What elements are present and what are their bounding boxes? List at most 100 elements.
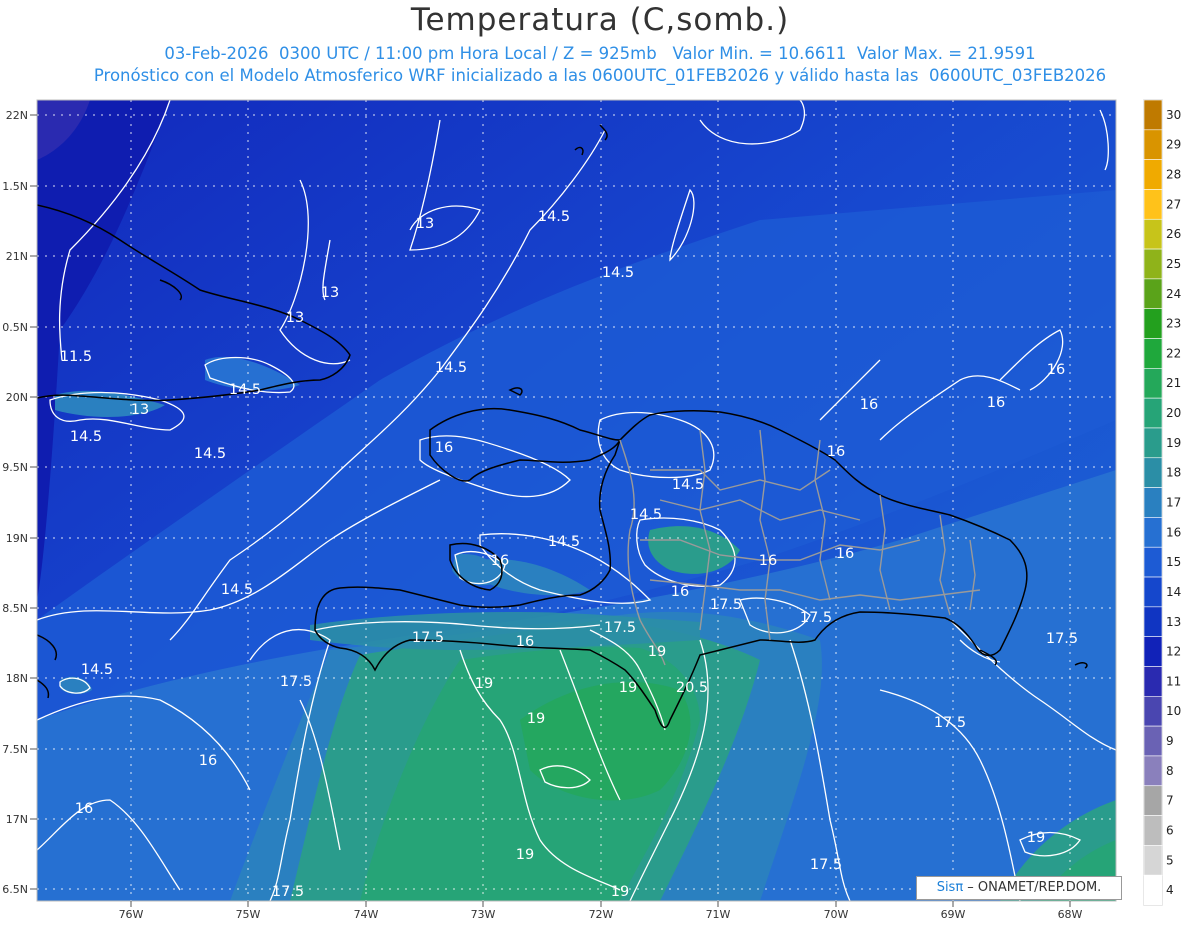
contour-label: 16 (516, 634, 534, 650)
contour-label: 16 (987, 395, 1005, 411)
colorbar-label: 14 (1166, 585, 1181, 599)
contour-label: 17.5 (280, 674, 312, 690)
colorbar-label: 9 (1166, 734, 1174, 748)
colorbar-swatch (1143, 218, 1163, 250)
lon-label: 72W (589, 908, 614, 921)
credit-badge: Sisπ – ONAMET/REP.DOM. (916, 876, 1122, 900)
contour-label: 14.5 (548, 534, 580, 550)
brand-org: – ONAMET/REP.DOM. (963, 880, 1102, 895)
lon-label: 70W (824, 908, 849, 921)
colorbar-swatch (1143, 874, 1163, 906)
colorbar-swatches (1143, 99, 1163, 906)
colorbar-label: 7 (1166, 794, 1174, 808)
contour-label: 16 (491, 553, 509, 569)
colorbar-label: 19 (1166, 436, 1181, 450)
contour-label: 19 (611, 884, 629, 900)
colorbar-swatch (1143, 576, 1163, 608)
colorbar-swatch (1143, 725, 1163, 757)
lat-label: 19N (6, 532, 28, 545)
colorbar-label: 6 (1166, 823, 1174, 837)
contour-label: 14.5 (538, 209, 570, 225)
contour-label: 16 (435, 440, 453, 456)
contour-label: 13 (131, 402, 149, 418)
lat-label: 7.5N (2, 743, 28, 756)
lon-label: 76W (119, 908, 144, 921)
colorbar-label: 27 (1166, 197, 1181, 211)
contour-label: 17.5 (810, 857, 842, 873)
contour-label: 13 (416, 216, 434, 232)
colorbar-swatch (1143, 457, 1163, 488)
contour-label: 14.5 (435, 360, 467, 376)
contour-label: 17.5 (800, 610, 832, 626)
contour-label: 14.5 (602, 265, 634, 281)
lon-label: 73W (471, 908, 496, 921)
temperature-map: 22N 1.5N 21N 0.5N 20N 9.5N 19N 8.5N 18N … (2, 99, 1181, 921)
lon-label: 69W (941, 908, 966, 921)
colorbar-label: 5 (1166, 853, 1174, 867)
colorbar-swatch (1143, 308, 1163, 339)
colorbar-label: 12 (1166, 645, 1181, 659)
colorbar-labels: 30 29 28 27 26 25 24 23 22 21 20 19 18 17 16 15 14 13 12 11… (1166, 108, 1181, 897)
lon-label: 75W (236, 908, 261, 921)
colorbar-label: 29 (1166, 138, 1181, 152)
contour-label: 14.5 (81, 662, 113, 678)
contour-label: 14.5 (672, 477, 704, 493)
colorbar-swatch (1143, 368, 1163, 399)
colorbar-swatch (1143, 248, 1163, 280)
colorbar-swatch (1143, 815, 1163, 846)
colorbar-label: 26 (1166, 227, 1181, 241)
lat-label: 9.5N (2, 461, 28, 474)
colorbar-label: 18 (1166, 466, 1181, 480)
latitude-labels: 22N 1.5N 21N 0.5N 20N 9.5N 19N 8.5N 18N … (2, 109, 28, 896)
contour-label: 16 (836, 546, 854, 562)
lat-label: 0.5N (2, 321, 28, 334)
lat-label: 6.5N (2, 883, 28, 896)
colorbar-swatch (1143, 517, 1163, 548)
contour-label: 11.5 (60, 349, 92, 365)
colorbar-label: 21 (1166, 376, 1181, 390)
map-field (37, 100, 1116, 901)
contour-label: 14.5 (194, 446, 226, 462)
lat-label: 1.5N (2, 180, 28, 193)
contour-label: 16 (860, 397, 878, 413)
colorbar-swatch (1143, 755, 1163, 787)
contour-label: 20.5 (676, 680, 708, 696)
contour-label: 19 (475, 676, 493, 692)
colorbar-swatch (1143, 159, 1163, 190)
colorbar-swatch (1143, 99, 1163, 131)
colorbar-label: 25 (1166, 257, 1181, 271)
colorbar-label: 28 (1166, 168, 1181, 182)
colorbar-swatch (1143, 129, 1163, 160)
lat-label: 20N (6, 391, 28, 404)
longitude-labels: 76W 75W 74W 73W 72W 71W 70W 69W 68W (119, 908, 1083, 921)
lon-label: 74W (354, 908, 379, 921)
lat-label: 17N (6, 813, 28, 826)
contour-label: 17.5 (710, 597, 742, 613)
lon-label: 71W (706, 908, 731, 921)
colorbar-label: 22 (1166, 346, 1181, 360)
pi-symbol: π (955, 880, 964, 895)
contour-label: 13 (286, 310, 304, 326)
colorbar-label: 15 (1166, 555, 1181, 569)
colorbar-label: 4 (1166, 883, 1174, 897)
contour-label: 19 (527, 711, 545, 727)
colorbar-swatch (1143, 278, 1163, 310)
contour-label: 16 (759, 553, 777, 569)
colorbar-swatch (1143, 546, 1163, 578)
colorbar-label: 11 (1166, 674, 1181, 688)
colorbar-label: 10 (1166, 704, 1181, 718)
colorbar-swatch (1143, 666, 1163, 697)
contour-label: 19 (619, 680, 637, 696)
colorbar-swatch (1143, 427, 1163, 459)
contour-label: 17.5 (412, 630, 444, 646)
contour-label: 14.5 (229, 382, 261, 398)
colorbar-label: 23 (1166, 317, 1181, 331)
lat-label: 18N (6, 672, 28, 685)
colorbar-swatch (1143, 338, 1163, 369)
contour-label: 19 (516, 847, 534, 863)
contour-label: 17.5 (272, 884, 304, 900)
contour-label: 14.5 (221, 582, 253, 598)
colorbar: 30 29 28 27 26 25 24 23 22 21 20 19 18 17 16 15 14 13 12 11… (1143, 99, 1181, 906)
contour-label: 14.5 (70, 429, 102, 445)
contour-label: 19 (648, 644, 666, 660)
